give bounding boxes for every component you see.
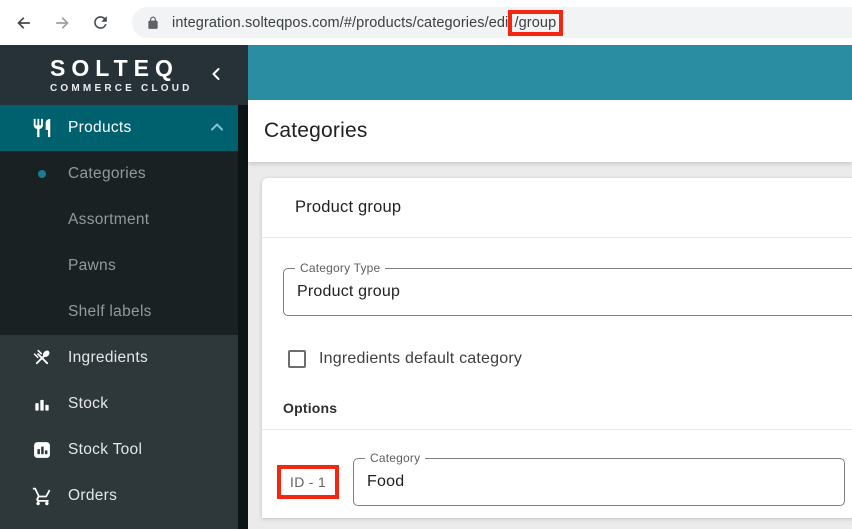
chart-box-icon (30, 440, 54, 460)
id-badge-annotation: ID - 1 (277, 465, 339, 499)
address-bar[interactable]: integration.solteqpos.com/#/products/cat… (132, 7, 852, 38)
url-text: integration.solteqpos.com/#/products/cat… (172, 15, 558, 31)
sidebar-item-ingredients[interactable]: Ingredients (0, 335, 248, 381)
sidebar-item-label: Shelf labels (68, 303, 152, 321)
chevron-up-icon[interactable] (210, 119, 224, 137)
sidebar-item-assortment[interactable]: Assortment (0, 197, 248, 243)
sidebar-item-orders[interactable]: Orders (0, 473, 248, 519)
options-divider (262, 429, 852, 430)
sidebar-item-label: Stock (68, 395, 108, 413)
forward-button[interactable] (50, 11, 74, 35)
category-type-value: Product group (284, 283, 400, 301)
sidebar-item-label: Ingredients (68, 349, 148, 367)
lock-icon (146, 16, 160, 30)
sidebar-item-pawns[interactable]: Pawns (0, 243, 248, 289)
checkbox-label: Ingredients default category (319, 350, 522, 368)
category-value: Food (354, 473, 404, 491)
browser-toolbar: integration.solteqpos.com/#/products/cat… (0, 0, 852, 45)
category-type-field[interactable]: Category Type Product group (283, 268, 852, 316)
sidebar-item-label: Stock Tool (68, 441, 142, 459)
card-body: Category Type Product group Ingredients … (262, 268, 852, 506)
back-button[interactable] (12, 11, 36, 35)
sidebar-item-label: Assortment (68, 211, 149, 229)
card-title: Product group (295, 198, 401, 217)
app-topbar (248, 45, 852, 100)
url-highlight-annotation: /group (513, 15, 559, 31)
back-arrow-icon (14, 13, 34, 33)
sidebar: SOLTEQ COMMERCE CLOUD Products Categorie… (0, 45, 248, 529)
crossed-utensils-icon (30, 347, 54, 369)
sidebar-item-label: Orders (68, 487, 117, 505)
sidebar-item-categories[interactable]: Categories (0, 151, 248, 197)
ingredients-default-checkbox[interactable] (288, 350, 306, 368)
category-label: Category (365, 451, 425, 465)
forward-arrow-icon (52, 13, 72, 33)
active-dot-icon (30, 170, 54, 178)
sidebar-collapse-button[interactable] (210, 67, 222, 86)
products-submenu: Categories Assortment Pawns Shelf labels (0, 151, 248, 335)
chevron-left-icon (210, 67, 222, 81)
bar-chart-icon (30, 394, 54, 414)
category-name-field[interactable]: Category Food (353, 458, 845, 506)
sidebar-item-shelf-labels[interactable]: Shelf labels (0, 289, 248, 335)
card-header: Product group (262, 178, 852, 238)
sidebar-item-stock-tool[interactable]: Stock Tool (0, 427, 248, 473)
shopping-cart-icon (30, 486, 54, 507)
options-heading: Options (283, 400, 852, 416)
sidebar-item-products[interactable]: Products (0, 105, 248, 151)
url-base-text: integration.solteqpos.com/#/products/cat… (172, 15, 513, 31)
sidebar-nav: Products Categories Assortment Pawns (0, 105, 248, 529)
refresh-button[interactable] (88, 11, 112, 35)
options-row: ID - 1 Category Food (262, 458, 852, 506)
page-content: Product group Category Type Product grou… (248, 162, 852, 529)
sidebar-item-label: Categories (68, 165, 146, 183)
sidebar-logo: SOLTEQ COMMERCE CLOUD (0, 45, 248, 105)
page-title: Categories (264, 119, 368, 143)
category-type-label: Category Type (295, 261, 385, 275)
main-area: Categories Product group Category Type P… (248, 45, 852, 529)
product-group-card: Product group Category Type Product grou… (262, 178, 852, 518)
refresh-icon (91, 13, 110, 32)
sidebar-item-stock[interactable]: Stock (0, 381, 248, 427)
sidebar-item-label: Products (68, 119, 132, 137)
sidebar-item-label: Pawns (68, 257, 116, 275)
restaurant-icon (30, 117, 54, 139)
page-header: Categories (248, 100, 852, 162)
ingredients-default-row: Ingredients default category (288, 350, 852, 368)
